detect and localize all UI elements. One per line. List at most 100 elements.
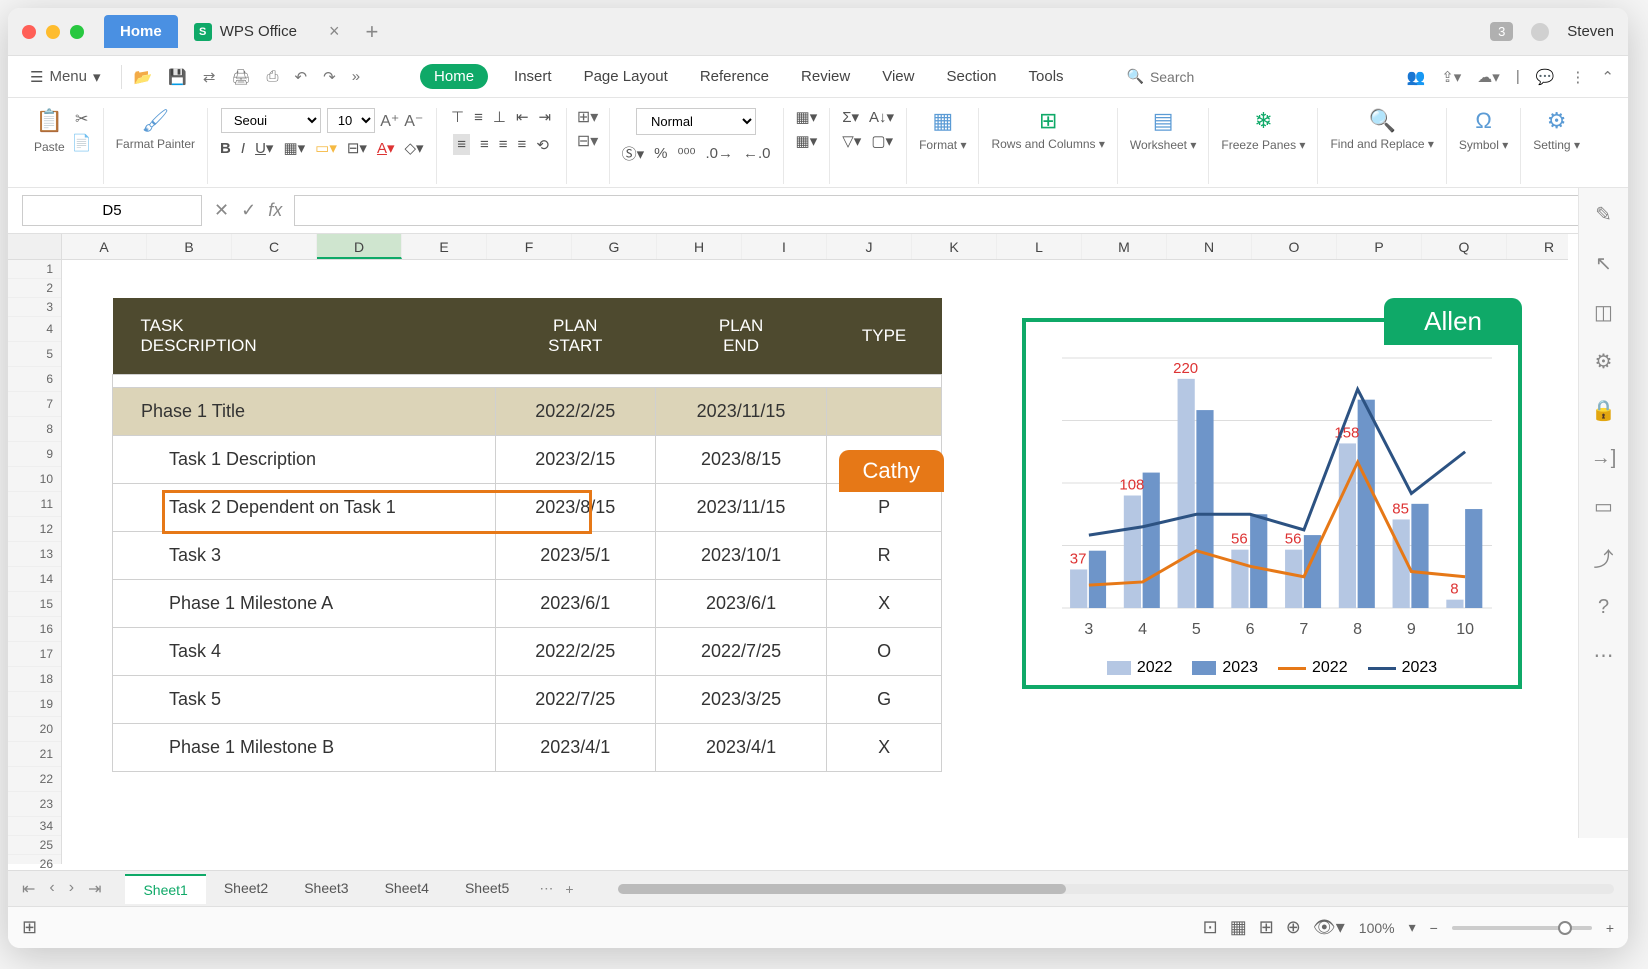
row-header-8[interactable]: 8: [8, 417, 61, 442]
close-tab-icon[interactable]: ×: [329, 21, 340, 42]
spreadsheet-grid[interactable]: ABCDEFGHIJKLMNOPQR 123456789101112131415…: [8, 234, 1628, 864]
column-header-M[interactable]: M: [1082, 234, 1167, 259]
column-header-L[interactable]: L: [997, 234, 1082, 259]
add-tab-icon[interactable]: +: [365, 19, 378, 45]
table-cell-type[interactable]: G: [827, 676, 942, 724]
table-cell-start[interactable]: 2022/2/25: [495, 388, 655, 436]
menu-button[interactable]: ☰ Menu ▾: [22, 64, 109, 90]
cancel-formula-icon[interactable]: ✕: [214, 200, 229, 221]
align-bottom-icon[interactable]: ⊥: [493, 108, 506, 126]
share-link-icon[interactable]: ⤴: [1594, 543, 1614, 572]
currency-icon[interactable]: Ⓢ▾: [622, 143, 645, 164]
copy-icon[interactable]: 📄: [73, 134, 91, 152]
table-cell-desc[interactable]: Phase 1 Milestone A: [113, 580, 496, 628]
zoom-out-icon[interactable]: −: [1430, 920, 1438, 936]
sort-icon[interactable]: A↓▾: [869, 108, 894, 126]
table-row[interactable]: Task 32023/5/12023/10/1R: [113, 532, 942, 580]
last-sheet-icon[interactable]: ⇥: [88, 879, 101, 899]
close-window-icon[interactable]: [22, 25, 36, 39]
table-cell-type[interactable]: X: [827, 724, 942, 772]
export-icon[interactable]: ⇄: [203, 68, 216, 86]
sheet-list-icon[interactable]: ⋯: [539, 880, 553, 897]
table-cell-start[interactable]: 2023/8/15: [495, 484, 655, 532]
table-cell-desc[interactable]: Task 2 Dependent on Task 1: [113, 484, 496, 532]
column-header-Q[interactable]: Q: [1422, 234, 1507, 259]
row-header-18[interactable]: 18: [8, 667, 61, 692]
table-row[interactable]: Phase 1 Title2022/2/252023/11/15: [113, 388, 942, 436]
table-cell-end[interactable]: 2023/10/1: [655, 532, 826, 580]
select-all-corner[interactable]: [8, 234, 62, 260]
align-top-icon[interactable]: ⊤: [451, 108, 464, 126]
underline-icon[interactable]: U▾: [255, 139, 273, 157]
column-header-G[interactable]: G: [572, 234, 657, 259]
note-icon[interactable]: ▭: [1594, 494, 1613, 519]
table-cell-desc[interactable]: Task 3: [113, 532, 496, 580]
sheet-tab-sheet1[interactable]: Sheet1: [125, 874, 205, 904]
table-row[interactable]: Task 2 Dependent on Task 12023/8/152023/…: [113, 484, 942, 532]
page-break-view-icon[interactable]: ⊞: [1259, 917, 1274, 938]
column-header-K[interactable]: K: [912, 234, 997, 259]
row-header-7[interactable]: 7: [8, 392, 61, 417]
font-size-select[interactable]: 10: [327, 108, 375, 133]
table-cell-end[interactable]: 2022/7/25: [655, 628, 826, 676]
more-dots-icon[interactable]: ⋯: [1594, 643, 1614, 668]
column-header-B[interactable]: B: [147, 234, 232, 259]
zoom-in-icon[interactable]: +: [1606, 920, 1614, 936]
share-icon[interactable]: 👥: [1407, 68, 1426, 86]
symbol-icon[interactable]: Ω: [1471, 108, 1497, 134]
chart-box[interactable]: 371082205656158858345678910 202220232022…: [1022, 318, 1522, 689]
wrap-text-icon[interactable]: ⊟▾: [579, 132, 597, 150]
rows-cols-icon[interactable]: ⊞: [1035, 108, 1061, 134]
ribbon-tab-section[interactable]: Section: [940, 64, 1002, 89]
fill-icon[interactable]: ▢▾: [871, 132, 893, 150]
settings-icon[interactable]: ⚙: [1595, 349, 1613, 374]
redo-icon[interactable]: ↷: [323, 68, 336, 86]
row-header-3[interactable]: 3: [8, 298, 61, 317]
prev-sheet-icon[interactable]: ‹: [49, 879, 54, 899]
table-cell-start[interactable]: 2023/4/1: [495, 724, 655, 772]
normal-view-icon[interactable]: ▦: [1230, 917, 1247, 938]
accept-formula-icon[interactable]: ✓: [241, 200, 256, 221]
number-format-select[interactable]: Normal: [636, 108, 756, 135]
percent-icon[interactable]: %: [654, 145, 667, 162]
find-icon[interactable]: 🔍: [1369, 108, 1395, 134]
search-input[interactable]: [1150, 69, 1387, 85]
step-in-icon[interactable]: →]: [1591, 447, 1617, 470]
row-header-9[interactable]: 9: [8, 442, 61, 467]
row-header-11[interactable]: 11: [8, 492, 61, 517]
indent-decrease-icon[interactable]: ⇤: [516, 108, 529, 126]
table-cell-end[interactable]: 2023/4/1: [655, 724, 826, 772]
column-header-F[interactable]: F: [487, 234, 572, 259]
document-tab[interactable]: S WPS Office ×: [178, 13, 356, 50]
column-header-H[interactable]: H: [657, 234, 742, 259]
strikethrough-icon[interactable]: ⊟▾: [347, 139, 367, 157]
decrease-decimal-icon[interactable]: ←.0: [743, 145, 771, 162]
borders-icon[interactable]: ▦▾: [283, 139, 305, 157]
first-sheet-icon[interactable]: ⇤: [22, 879, 35, 899]
format-painter-icon[interactable]: 🖌: [142, 108, 168, 134]
row-header-23[interactable]: 23: [8, 792, 61, 817]
row-header-34[interactable]: 34: [8, 817, 61, 836]
row-header-6[interactable]: 6: [8, 367, 61, 392]
function-icon[interactable]: fx: [268, 200, 282, 221]
row-header-13[interactable]: 13: [8, 542, 61, 567]
bold-icon[interactable]: B: [220, 140, 231, 157]
cell-area[interactable]: Cathy TASKDESCRIPTIONPLANSTARTPLANENDTYP…: [62, 260, 1568, 864]
ribbon-tab-review[interactable]: Review: [795, 64, 856, 89]
sheet-tab-sheet5[interactable]: Sheet5: [447, 874, 527, 904]
filter-icon[interactable]: ▽▾: [842, 132, 861, 150]
fill-color-icon[interactable]: ▭▾: [315, 139, 337, 157]
ribbon-tab-home[interactable]: Home: [420, 64, 488, 89]
conditional-format-icon[interactable]: ▦▾: [796, 108, 818, 126]
comment-icon[interactable]: 💬: [1536, 68, 1555, 86]
table-cell-start[interactable]: 2022/7/25: [495, 676, 655, 724]
table-cell-desc[interactable]: Task 1 Description: [113, 436, 496, 484]
sheet-tab-sheet4[interactable]: Sheet4: [367, 874, 447, 904]
align-left-icon[interactable]: ≡: [453, 134, 470, 155]
minimize-window-icon[interactable]: [46, 25, 60, 39]
edit-icon[interactable]: ✎: [1595, 202, 1612, 227]
row-header-2[interactable]: 2: [8, 279, 61, 298]
cut-icon[interactable]: ✂: [73, 110, 91, 128]
horizontal-scrollbar[interactable]: [618, 884, 1614, 894]
table-cell-type[interactable]: [827, 388, 942, 436]
